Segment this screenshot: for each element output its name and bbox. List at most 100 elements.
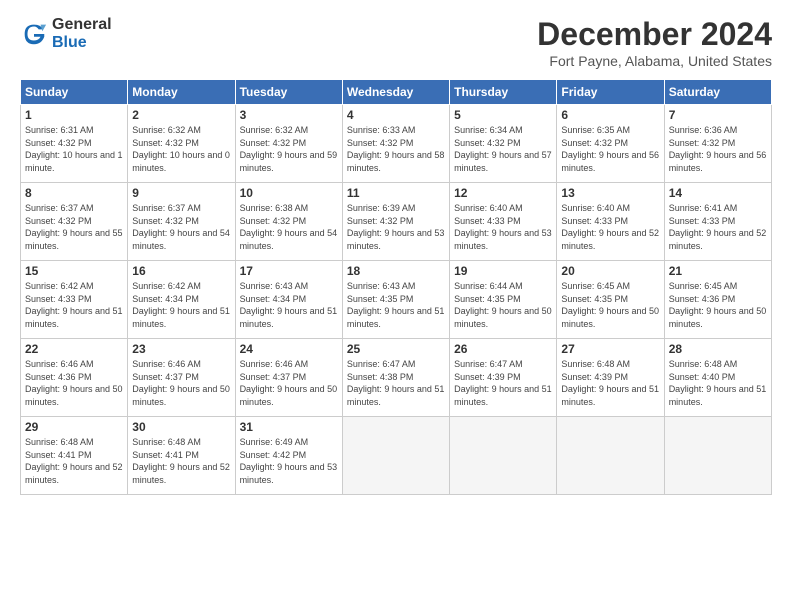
day-info: Sunrise: 6:45 AM Sunset: 4:35 PM Dayligh… bbox=[561, 280, 659, 330]
day-number: 13 bbox=[561, 186, 659, 200]
col-wednesday: Wednesday bbox=[342, 80, 449, 105]
day-info: Sunrise: 6:48 AM Sunset: 4:40 PM Dayligh… bbox=[669, 358, 767, 408]
day-number: 15 bbox=[25, 264, 123, 278]
table-row: 12 Sunrise: 6:40 AM Sunset: 4:33 PM Dayl… bbox=[450, 183, 557, 261]
subtitle: Fort Payne, Alabama, United States bbox=[537, 53, 772, 69]
day-number: 21 bbox=[669, 264, 767, 278]
day-number: 24 bbox=[240, 342, 338, 356]
title-block: December 2024 Fort Payne, Alabama, Unite… bbox=[537, 16, 772, 69]
day-number: 30 bbox=[132, 420, 230, 434]
table-row: 9 Sunrise: 6:37 AM Sunset: 4:32 PM Dayli… bbox=[128, 183, 235, 261]
day-info: Sunrise: 6:43 AM Sunset: 4:35 PM Dayligh… bbox=[347, 280, 445, 330]
logo-text: General Blue bbox=[52, 16, 112, 51]
day-info: Sunrise: 6:47 AM Sunset: 4:39 PM Dayligh… bbox=[454, 358, 552, 408]
day-info: Sunrise: 6:49 AM Sunset: 4:42 PM Dayligh… bbox=[240, 436, 338, 486]
table-row: 5 Sunrise: 6:34 AM Sunset: 4:32 PM Dayli… bbox=[450, 105, 557, 183]
table-row: 19 Sunrise: 6:44 AM Sunset: 4:35 PM Dayl… bbox=[450, 261, 557, 339]
table-row: 21 Sunrise: 6:45 AM Sunset: 4:36 PM Dayl… bbox=[664, 261, 771, 339]
day-info: Sunrise: 6:42 AM Sunset: 4:34 PM Dayligh… bbox=[132, 280, 230, 330]
day-info: Sunrise: 6:40 AM Sunset: 4:33 PM Dayligh… bbox=[561, 202, 659, 252]
day-info: Sunrise: 6:35 AM Sunset: 4:32 PM Dayligh… bbox=[561, 124, 659, 174]
day-info: Sunrise: 6:34 AM Sunset: 4:32 PM Dayligh… bbox=[454, 124, 552, 174]
table-row: 6 Sunrise: 6:35 AM Sunset: 4:32 PM Dayli… bbox=[557, 105, 664, 183]
day-number: 4 bbox=[347, 108, 445, 122]
table-row: 29 Sunrise: 6:48 AM Sunset: 4:41 PM Dayl… bbox=[21, 417, 128, 495]
day-number: 20 bbox=[561, 264, 659, 278]
day-info: Sunrise: 6:47 AM Sunset: 4:38 PM Dayligh… bbox=[347, 358, 445, 408]
day-number: 16 bbox=[132, 264, 230, 278]
day-info: Sunrise: 6:32 AM Sunset: 4:32 PM Dayligh… bbox=[132, 124, 230, 174]
table-row: 18 Sunrise: 6:43 AM Sunset: 4:35 PM Dayl… bbox=[342, 261, 449, 339]
calendar: Sunday Monday Tuesday Wednesday Thursday… bbox=[20, 79, 772, 495]
table-row: 22 Sunrise: 6:46 AM Sunset: 4:36 PM Dayl… bbox=[21, 339, 128, 417]
day-info: Sunrise: 6:38 AM Sunset: 4:32 PM Dayligh… bbox=[240, 202, 338, 252]
table-row: 13 Sunrise: 6:40 AM Sunset: 4:33 PM Dayl… bbox=[557, 183, 664, 261]
day-info: Sunrise: 6:39 AM Sunset: 4:32 PM Dayligh… bbox=[347, 202, 445, 252]
day-info: Sunrise: 6:46 AM Sunset: 4:37 PM Dayligh… bbox=[240, 358, 338, 408]
table-row: 28 Sunrise: 6:48 AM Sunset: 4:40 PM Dayl… bbox=[664, 339, 771, 417]
day-number: 23 bbox=[132, 342, 230, 356]
calendar-week-row: 29 Sunrise: 6:48 AM Sunset: 4:41 PM Dayl… bbox=[21, 417, 772, 495]
table-row bbox=[342, 417, 449, 495]
col-monday: Monday bbox=[128, 80, 235, 105]
table-row: 26 Sunrise: 6:47 AM Sunset: 4:39 PM Dayl… bbox=[450, 339, 557, 417]
day-info: Sunrise: 6:48 AM Sunset: 4:39 PM Dayligh… bbox=[561, 358, 659, 408]
day-number: 3 bbox=[240, 108, 338, 122]
table-row: 24 Sunrise: 6:46 AM Sunset: 4:37 PM Dayl… bbox=[235, 339, 342, 417]
col-saturday: Saturday bbox=[664, 80, 771, 105]
day-number: 6 bbox=[561, 108, 659, 122]
table-row: 16 Sunrise: 6:42 AM Sunset: 4:34 PM Dayl… bbox=[128, 261, 235, 339]
calendar-week-row: 1 Sunrise: 6:31 AM Sunset: 4:32 PM Dayli… bbox=[21, 105, 772, 183]
table-row: 8 Sunrise: 6:37 AM Sunset: 4:32 PM Dayli… bbox=[21, 183, 128, 261]
day-number: 28 bbox=[669, 342, 767, 356]
header-row: Sunday Monday Tuesday Wednesday Thursday… bbox=[21, 80, 772, 105]
table-row: 27 Sunrise: 6:48 AM Sunset: 4:39 PM Dayl… bbox=[557, 339, 664, 417]
day-number: 31 bbox=[240, 420, 338, 434]
logo-icon bbox=[20, 20, 48, 48]
table-row: 3 Sunrise: 6:32 AM Sunset: 4:32 PM Dayli… bbox=[235, 105, 342, 183]
page: General Blue December 2024 Fort Payne, A… bbox=[0, 0, 792, 612]
table-row: 2 Sunrise: 6:32 AM Sunset: 4:32 PM Dayli… bbox=[128, 105, 235, 183]
table-row: 11 Sunrise: 6:39 AM Sunset: 4:32 PM Dayl… bbox=[342, 183, 449, 261]
table-row: 1 Sunrise: 6:31 AM Sunset: 4:32 PM Dayli… bbox=[21, 105, 128, 183]
day-number: 5 bbox=[454, 108, 552, 122]
day-number: 8 bbox=[25, 186, 123, 200]
day-number: 2 bbox=[132, 108, 230, 122]
logo-general-text: General bbox=[52, 16, 112, 34]
day-number: 12 bbox=[454, 186, 552, 200]
day-info: Sunrise: 6:46 AM Sunset: 4:36 PM Dayligh… bbox=[25, 358, 123, 408]
calendar-week-row: 15 Sunrise: 6:42 AM Sunset: 4:33 PM Dayl… bbox=[21, 261, 772, 339]
day-number: 26 bbox=[454, 342, 552, 356]
table-row: 15 Sunrise: 6:42 AM Sunset: 4:33 PM Dayl… bbox=[21, 261, 128, 339]
col-thursday: Thursday bbox=[450, 80, 557, 105]
day-info: Sunrise: 6:36 AM Sunset: 4:32 PM Dayligh… bbox=[669, 124, 767, 174]
day-info: Sunrise: 6:45 AM Sunset: 4:36 PM Dayligh… bbox=[669, 280, 767, 330]
table-row: 25 Sunrise: 6:47 AM Sunset: 4:38 PM Dayl… bbox=[342, 339, 449, 417]
main-title: December 2024 bbox=[537, 16, 772, 53]
table-row: 14 Sunrise: 6:41 AM Sunset: 4:33 PM Dayl… bbox=[664, 183, 771, 261]
day-info: Sunrise: 6:31 AM Sunset: 4:32 PM Dayligh… bbox=[25, 124, 123, 174]
day-info: Sunrise: 6:33 AM Sunset: 4:32 PM Dayligh… bbox=[347, 124, 445, 174]
logo-blue-text: Blue bbox=[52, 34, 112, 52]
header: General Blue December 2024 Fort Payne, A… bbox=[20, 16, 772, 69]
day-info: Sunrise: 6:43 AM Sunset: 4:34 PM Dayligh… bbox=[240, 280, 338, 330]
day-info: Sunrise: 6:46 AM Sunset: 4:37 PM Dayligh… bbox=[132, 358, 230, 408]
col-sunday: Sunday bbox=[21, 80, 128, 105]
calendar-week-row: 8 Sunrise: 6:37 AM Sunset: 4:32 PM Dayli… bbox=[21, 183, 772, 261]
day-number: 7 bbox=[669, 108, 767, 122]
day-number: 19 bbox=[454, 264, 552, 278]
table-row: 7 Sunrise: 6:36 AM Sunset: 4:32 PM Dayli… bbox=[664, 105, 771, 183]
day-number: 27 bbox=[561, 342, 659, 356]
calendar-week-row: 22 Sunrise: 6:46 AM Sunset: 4:36 PM Dayl… bbox=[21, 339, 772, 417]
day-number: 22 bbox=[25, 342, 123, 356]
table-row: 4 Sunrise: 6:33 AM Sunset: 4:32 PM Dayli… bbox=[342, 105, 449, 183]
day-number: 25 bbox=[347, 342, 445, 356]
table-row: 23 Sunrise: 6:46 AM Sunset: 4:37 PM Dayl… bbox=[128, 339, 235, 417]
table-row: 20 Sunrise: 6:45 AM Sunset: 4:35 PM Dayl… bbox=[557, 261, 664, 339]
day-info: Sunrise: 6:37 AM Sunset: 4:32 PM Dayligh… bbox=[132, 202, 230, 252]
day-info: Sunrise: 6:40 AM Sunset: 4:33 PM Dayligh… bbox=[454, 202, 552, 252]
logo: General Blue bbox=[20, 16, 112, 51]
day-number: 1 bbox=[25, 108, 123, 122]
day-number: 11 bbox=[347, 186, 445, 200]
day-info: Sunrise: 6:37 AM Sunset: 4:32 PM Dayligh… bbox=[25, 202, 123, 252]
